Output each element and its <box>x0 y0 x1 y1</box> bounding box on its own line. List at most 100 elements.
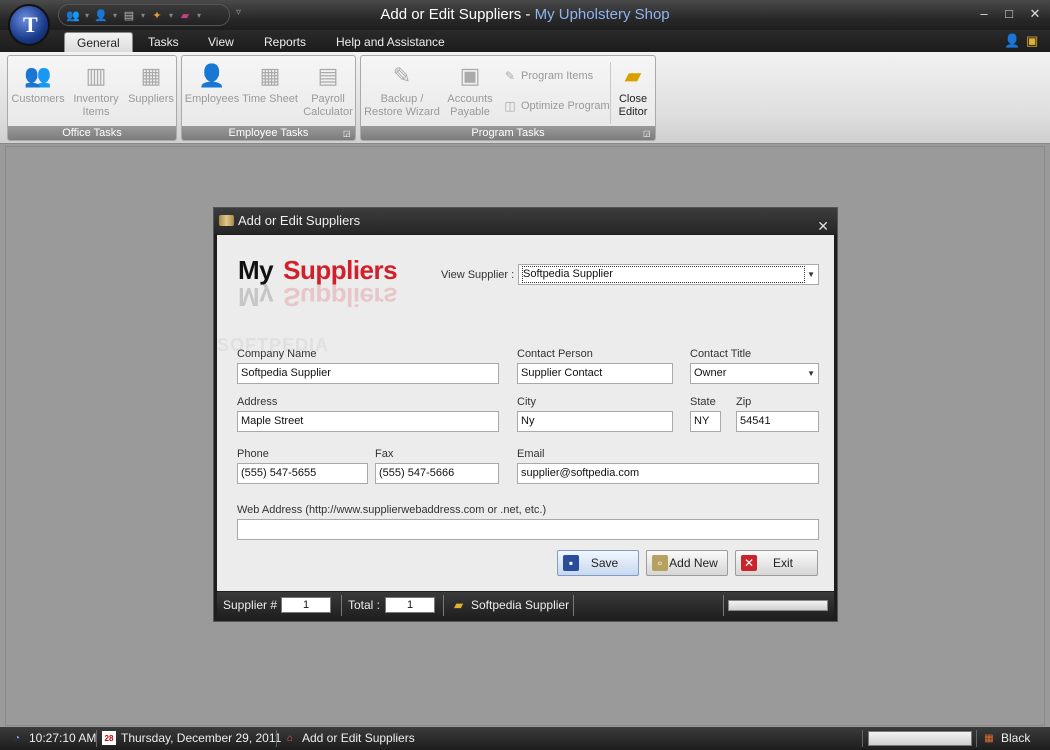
total-label: Total : <box>348 598 381 612</box>
email-field[interactable]: supplier@softpedia.com <box>517 463 819 484</box>
dialog-launcher-icon[interactable]: ◲ <box>643 129 652 138</box>
web-address-field[interactable] <box>237 519 819 540</box>
window-title: Add or Edit Suppliers - My Upholstery Sh… <box>0 6 1050 23</box>
zip-label: Zip <box>736 396 752 408</box>
folder-icon: ▰ <box>624 62 642 88</box>
contact-title-select[interactable]: Owner ▼ <box>690 363 819 384</box>
payroll-calculator-button[interactable]: ▤ Payroll Calculator <box>300 59 356 119</box>
add-new-label: Add New <box>669 556 718 570</box>
app-menu-button[interactable] <box>8 4 50 46</box>
fax-field[interactable]: (555) 547-5666 <box>375 463 499 484</box>
fax-label: Fax <box>375 448 394 460</box>
dialog-title: Add or Edit Suppliers <box>238 213 361 228</box>
customers-button[interactable]: 👥 Customers <box>10 59 66 106</box>
separator <box>573 595 574 616</box>
folder-icon[interactable]: ▣ <box>1026 33 1038 49</box>
separator <box>341 595 342 616</box>
phone-field[interactable]: (555) 547-5655 <box>237 463 368 484</box>
heading-reflection: My Suppliers <box>238 281 397 312</box>
employees-button[interactable]: 👤 Employees <box>184 59 240 106</box>
inventory-items-button[interactable]: ▥ Inventory Items <box>68 59 124 119</box>
money-icon: ▣ <box>459 62 481 88</box>
add-edit-suppliers-dialog: Add or Edit Suppliers ✕ My Suppliers My Su… <box>213 207 838 622</box>
theme-label: Black <box>1001 731 1031 745</box>
close-editor-button[interactable]: ▰ Close Editor <box>613 59 653 119</box>
suppliers-button[interactable]: ▦ Suppliers <box>126 59 176 106</box>
group-program-tasks: ✎ Backup / Restore Wizard ▣ Accounts Pay… <box>360 55 656 141</box>
suppliers-icon: ▦ <box>140 62 162 88</box>
add-new-button[interactable]: ▫ Add New <box>646 550 728 576</box>
close-editor-label: Close Editor <box>618 93 648 118</box>
program-items-button[interactable]: ✎ Program Items <box>503 69 593 83</box>
total-field: 1 <box>385 597 435 613</box>
web-address-label: Web Address (http://www.supplierwebaddre… <box>237 504 547 516</box>
supplier-icon: ▰ <box>454 598 464 612</box>
backup-restore-button[interactable]: ✎ Backup / Restore Wizard <box>363 59 441 119</box>
current-supplier-label: Softpedia Supplier <box>471 598 570 612</box>
separator <box>862 730 863 747</box>
separator <box>276 730 277 747</box>
maximize-button[interactable]: □ <box>998 6 1020 21</box>
time-sheet-label: Time Sheet <box>242 93 298 105</box>
separator <box>976 730 977 747</box>
zip-field[interactable]: 54541 <box>736 411 819 432</box>
separator <box>443 595 444 616</box>
save-label: Save <box>590 556 619 570</box>
heading-reflection-my: My <box>238 282 274 312</box>
theme-selector[interactable]: ▦ Black <box>982 731 1030 745</box>
view-supplier-select[interactable]: Softpedia Supplier ▼ <box>518 264 819 285</box>
clock-icon: ◔ <box>13 732 21 744</box>
chevron-down-icon: ▼ <box>807 270 815 279</box>
accounts-payable-button[interactable]: ▣ Accounts Payable <box>443 59 497 119</box>
contact-person-label: Contact Person <box>517 348 593 360</box>
time-sheet-button[interactable]: ▦ Time Sheet <box>242 59 298 106</box>
supplier-number-field[interactable]: 1 <box>281 597 331 613</box>
tab-general[interactable]: General <box>64 32 133 52</box>
optimize-label: Optimize Program <box>521 100 610 112</box>
dialog-status-bar: Supplier # 1 Total : 1 ▰ Softpedia Suppl… <box>217 592 834 619</box>
chevron-down-icon: ▼ <box>807 369 815 378</box>
group-employee-tasks: 👤 Employees ▦ Time Sheet ▤ Payroll Calcu… <box>181 55 356 141</box>
view-supplier-label: View Supplier : <box>441 269 515 281</box>
user-icon[interactable]: 👤 <box>1004 33 1020 49</box>
dialog-title-bar: Add or Edit Suppliers ✕ <box>214 208 837 234</box>
palette-icon: ▦ <box>984 732 994 744</box>
current-form-item: ⌂ Add or Edit Suppliers <box>283 731 415 745</box>
minimize-button[interactable]: – <box>973 6 995 21</box>
tab-tasks[interactable]: Tasks <box>136 32 191 52</box>
title-bar: 👥 ▾ 👤 ▾ ▤ ▾ ✦ ▾ ▰ ▾ ▿ Add or Edit Suppliers -… <box>0 0 1050 30</box>
state-field[interactable]: NY <box>690 411 721 432</box>
group-office-tasks: 👥 Customers ▥ Inventory Items ▦ Supplier… <box>7 55 177 141</box>
exit-button[interactable]: ✕ Exit <box>735 550 818 576</box>
edit-icon: ✎ <box>504 69 516 83</box>
tab-view[interactable]: View <box>196 32 246 52</box>
city-field[interactable]: Ny <box>517 411 673 432</box>
close-button[interactable]: ✕ <box>1024 6 1046 22</box>
inventory-icon: ▥ <box>85 62 107 88</box>
dialog-launcher-icon[interactable]: ◲ <box>343 129 352 138</box>
email-label: Email <box>517 448 545 460</box>
accounts-label: Accounts Payable <box>447 93 493 118</box>
home-icon: ⌂ <box>286 732 294 744</box>
optimize-program-button[interactable]: ◫ Optimize Program <box>503 99 610 113</box>
save-icon: ▪ <box>563 555 579 571</box>
address-label: Address <box>237 396 278 408</box>
status-progress-bar <box>868 731 972 746</box>
calendar-icon: 28 <box>102 731 116 745</box>
status-bar: ◔ 10:27:10 AM 28 Thursday, December 29, … <box>0 727 1050 750</box>
contact-person-field[interactable]: Supplier Contact <box>517 363 673 384</box>
calculator-icon: ▤ <box>317 62 339 88</box>
company-name-label: Company Name <box>237 348 317 360</box>
calendar-clock-icon: ▦ <box>259 62 281 88</box>
exit-label: Exit <box>772 556 793 570</box>
save-button[interactable]: ▪ Save <box>557 550 639 576</box>
state-label: State <box>690 396 716 408</box>
tab-reports[interactable]: Reports <box>252 32 318 52</box>
company-name-field[interactable]: Softpedia Supplier <box>237 363 499 384</box>
clock-item: ◔ 10:27:10 AM <box>10 731 96 745</box>
contact-title-value: Owner <box>694 367 727 379</box>
phone-label: Phone <box>237 448 269 460</box>
dialog-body: My Suppliers My Suppliers View Supplier : … <box>217 235 834 591</box>
address-field[interactable]: Maple Street <box>237 411 499 432</box>
tab-help[interactable]: Help and Assistance <box>324 32 457 52</box>
